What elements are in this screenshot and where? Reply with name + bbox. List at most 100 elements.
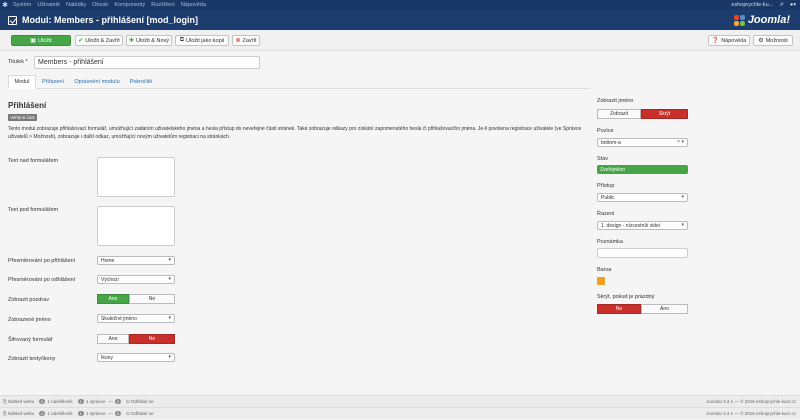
access-select[interactable]: Public ▾ [597,193,688,202]
dash-icon: — [108,411,113,416]
options-button[interactable]: ⚙ Možnosti [753,35,793,46]
chevron-down-icon: ▾ [168,354,171,360]
menu-item-menus[interactable]: Nabídky [66,2,86,8]
ordering-select[interactable]: 1. design - nízcestník videi ▾ [597,221,688,230]
note-input[interactable] [597,248,688,258]
position-label: Pozice [597,128,614,134]
chevron-down-icon: ▾ [681,222,684,228]
hide-empty-toggle: Ne Ano [597,304,688,314]
logout-label: Odhlásit se [130,399,154,404]
site-badge: Veřejná část [8,114,37,121]
gear-icon: ⚙ [758,38,764,44]
show-title-show-button[interactable]: Zobrazit [597,109,641,119]
visitors-label: 1 návštěvník [47,411,73,416]
visitors-item[interactable]: 01 návštěvník [37,411,73,416]
view-site-icon: ⎘ [3,411,7,416]
visitors-count: 0 [39,411,46,416]
admins-item[interactable]: 11 správce [76,411,106,416]
menu-item-content[interactable]: Obsah [92,2,108,8]
menu-item-extensions[interactable]: Rozšíření [151,2,175,8]
tab-assignment[interactable]: Přiřazení [37,75,69,89]
greeting-no-button[interactable]: Ne [129,294,175,304]
title-input[interactable]: Members - přihlášení [34,56,260,69]
color-swatch[interactable] [597,277,605,285]
show-title-hide-button[interactable]: Skrýt [641,109,688,119]
access-value: Public [601,194,615,201]
help-label: Nápověda [721,37,747,44]
close-button[interactable]: ⊗ Zavřít [232,35,260,46]
note-label: Poznámka [597,239,623,245]
save-new-label: Uložit & Nový [136,37,170,44]
logout-link[interactable]: ⏻ Odhlásit se [126,411,153,416]
visitors-item[interactable]: 01 návštěvník [37,399,73,404]
site-link[interactable]: eshoprychle-ku... [731,2,773,8]
logout-redirect-select[interactable]: Výchozí ▾ [97,275,175,284]
dash-icon: — [108,399,113,404]
login-redirect-value: Home [101,257,115,264]
joomla-flower-icon [733,14,745,26]
save-label: Uložit [37,37,52,44]
logout-redirect-value: Výchozí [101,276,119,283]
position-select[interactable]: bottom-a × ▾ [597,138,688,147]
messages-item[interactable]: —0 [108,399,123,404]
close-icon: ⊗ [235,38,241,44]
clear-chevron-icon[interactable]: × ▾ [677,139,684,145]
name-display-select[interactable]: Skutečné jméno ▾ [97,314,175,323]
user-icon[interactable]: ●▾ [790,2,796,8]
login-redirect-select[interactable]: Home ▾ [97,256,175,265]
hide-empty-no-button[interactable]: Ne [597,304,641,314]
admin-menu: Systém Uživatelé Nabídky Obsah Komponent… [10,2,209,8]
position-value: bottom-a [601,139,621,146]
admins-label: 1 správce [85,399,106,404]
messages-item[interactable]: —0 [108,411,123,416]
visitors-label: 1 návštěvník [47,399,73,404]
menu-item-help[interactable]: Nápověda [181,2,206,8]
status-label: Stav [597,156,609,162]
view-site-link[interactable]: ⎘ Náhled webu [3,399,34,404]
admins-label: 1 správce [85,411,106,416]
admins-item[interactable]: 11 správce [76,399,106,404]
chevron-down-icon: ▾ [168,315,171,321]
secure-yes-button[interactable]: Ano [97,334,129,344]
view-site-label: Náhled webu [7,411,35,416]
status-select[interactable]: Zveřejněno [597,165,688,174]
save-new-button[interactable]: ✚ Uložit & Nový [126,35,172,46]
logout-link[interactable]: ⏻ Odhlásit se [126,399,153,404]
view-site-link[interactable]: ⎘ Náhled webu [3,411,34,416]
tab-permissions[interactable]: Oprávnění modulu [70,75,124,89]
status-bar-duplicate: ⎘ Náhled webu 01 návštěvník 11 správce —… [0,407,800,419]
hide-empty-yes-button[interactable]: Ano [641,304,688,314]
tab-advanced[interactable]: Pokročilé [125,75,157,89]
topbar-right: eshoprychle-ku... ⇗ ●▾ [725,2,800,8]
logout-icon: ⏻ [126,399,130,404]
save-button[interactable]: ▣ Uložit [11,35,71,46]
messages-count: 0 [114,411,122,416]
menu-item-users[interactable]: Uživatelé [37,2,60,8]
menu-item-components[interactable]: Komponenty [114,2,145,8]
save-copy-button[interactable]: ⧉ Uložit jako kopii [175,35,229,46]
greeting-label: Zobrazit pozdrav [8,297,49,303]
external-link-icon[interactable]: ⇗ [779,2,784,8]
secure-no-button[interactable]: Ne [129,334,175,344]
joomla-icon[interactable]: ✱ [0,0,10,10]
view-site-icon: ⎘ [3,399,7,404]
save-icon: ▣ [30,38,36,44]
color-label: Barva [597,267,612,273]
visitors-count: 0 [39,399,46,404]
pretext-textarea[interactable] [97,157,175,197]
greeting-yes-button[interactable]: Ano [97,294,129,304]
tab-module[interactable]: Modul [8,75,36,89]
text-icons-select[interactable]: Ikony ▾ [97,353,175,362]
admins-count: 1 [77,411,84,416]
menu-item-system[interactable]: Systém [13,2,31,8]
close-label: Zavřít [242,37,257,44]
ordering-label: Řazení [597,211,615,217]
save-close-button[interactable]: ✔ Uložit & Zavřít [75,35,123,46]
posttext-label: Text pod formulářem [8,207,59,213]
save-copy-label: Uložit jako kopii [186,37,225,44]
help-button[interactable]: ❓ Nápověda [708,35,750,46]
show-title-label: Zobrazit jméno [597,98,634,104]
show-title-toggle: Zobrazit Skrýt [597,109,688,119]
posttext-textarea[interactable] [97,206,175,246]
login-redirect-label: Přesměrování po přihlášení [8,258,76,264]
